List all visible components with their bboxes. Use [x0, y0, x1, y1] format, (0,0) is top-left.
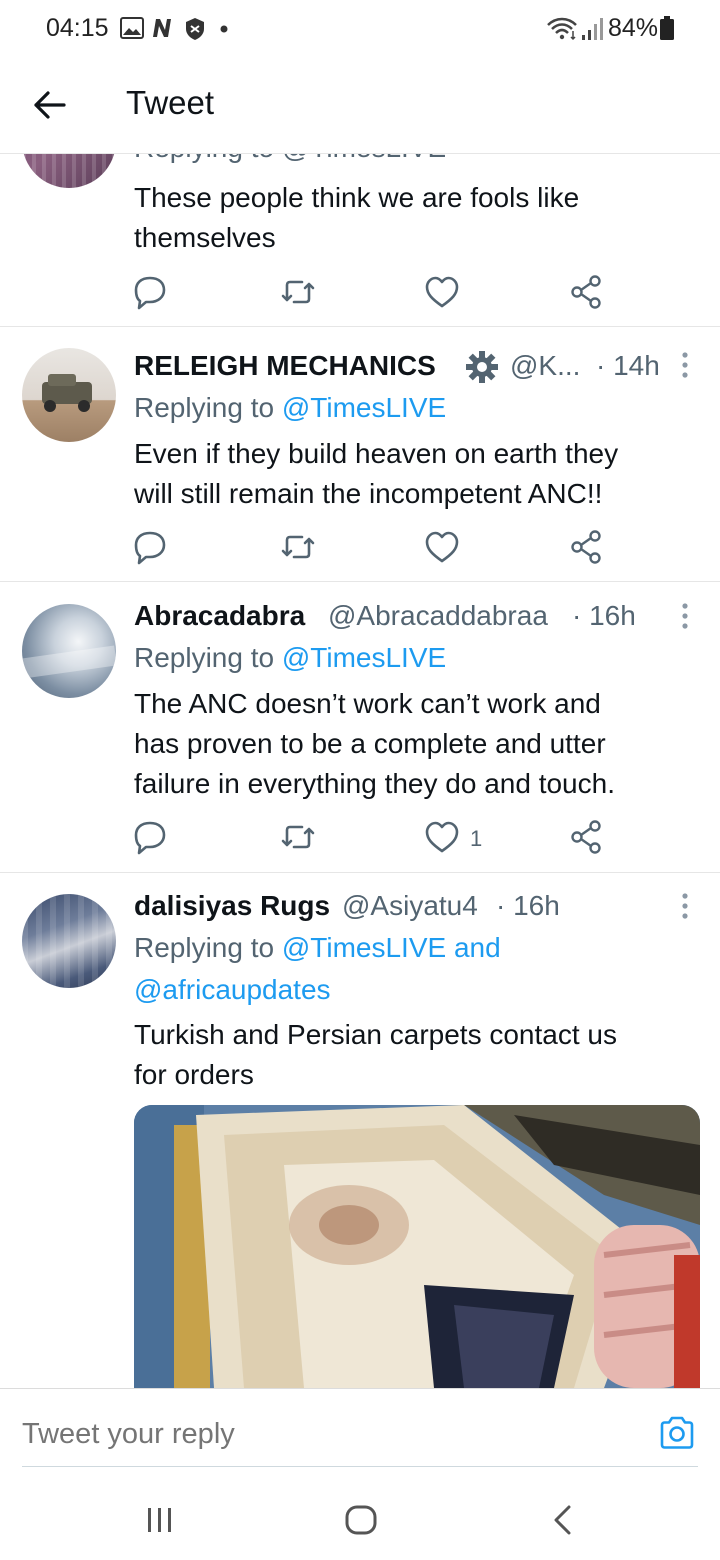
status-time: 04:15 [46, 14, 109, 42]
gallery-notification-icon [120, 17, 144, 39]
display-name[interactable]: dalisiyas Rugs [134, 890, 330, 922]
share-icon[interactable] [566, 817, 606, 857]
avatar[interactable] [22, 894, 116, 988]
shield-notification-icon [186, 18, 204, 40]
tweet-text: Even if they build heaven on earth they … [134, 434, 618, 514]
tweet-text-line: has proven to be a complete and utter [134, 728, 606, 759]
battery-percentage: 84% [608, 14, 659, 42]
handle[interactable]: @Asiyatu4 [342, 890, 478, 922]
retweet-icon[interactable] [278, 527, 318, 567]
camera-icon[interactable] [658, 1414, 696, 1452]
replying-to-label: Replying to [134, 392, 282, 423]
tweet-text-line: themselves [134, 222, 276, 253]
replying-to-line: Replying to @TimesLIVE and [134, 932, 501, 964]
automated-account-gear-icon [466, 351, 498, 383]
like-icon[interactable] [422, 272, 462, 312]
divider [0, 326, 720, 327]
handle[interactable]: @Abracaddabraa [328, 600, 548, 632]
reply-icon[interactable] [130, 817, 170, 857]
handle[interactable]: @K... [510, 350, 580, 382]
retweet-icon[interactable] [278, 272, 318, 312]
tweet-text-line: The ANC doesn’t work can’t work and [134, 688, 601, 719]
reply-icon[interactable] [130, 527, 170, 567]
mention-link[interactable]: @TimesLIVE [282, 642, 446, 673]
tweet-text-line: These people think we are fools like [134, 182, 580, 213]
tweet-text-line: will still remain the incompetent ANC!! [134, 478, 603, 509]
divider [0, 581, 720, 582]
display-name[interactable]: Abracadabra [134, 600, 305, 632]
home-icon[interactable] [344, 1504, 378, 1536]
replying-to-line: Replying to @TimesLIVE [134, 642, 446, 674]
more-options-icon[interactable] [680, 892, 690, 920]
retweet-icon[interactable] [278, 817, 318, 857]
avatar[interactable] [22, 348, 116, 442]
more-options-icon[interactable] [680, 602, 690, 630]
tweet-media-image[interactable] [134, 1105, 700, 1388]
divider [0, 872, 720, 873]
reply-input-underline [22, 1466, 698, 1467]
news-notification-icon [153, 19, 171, 37]
more-options-icon[interactable] [680, 351, 690, 379]
mention-link[interactable]: @TimesLIVE [282, 392, 446, 423]
like-icon[interactable] [422, 817, 462, 857]
share-icon[interactable] [566, 527, 606, 567]
mention-link[interactable]: @TimesLIVE and [282, 932, 501, 963]
replying-to-label: Replying to [134, 642, 282, 673]
timestamp: · 16h [572, 600, 636, 631]
timestamp: · 14h [596, 350, 660, 381]
recent-apps-icon[interactable] [145, 1506, 175, 1534]
replying-to-label: Replying to [134, 932, 282, 963]
share-icon[interactable] [566, 272, 606, 312]
like-count: 1 [470, 826, 483, 851]
header-bar [0, 58, 720, 154]
avatar[interactable] [22, 604, 116, 698]
tweet-text-line: failure in everything they do and touch. [134, 768, 615, 799]
carpet-photo [134, 1105, 700, 1388]
mention-link[interactable]: @africaupdates [134, 974, 331, 1006]
reply-icon[interactable] [130, 272, 170, 312]
tweet-text-line: for orders [134, 1059, 254, 1090]
reply-input[interactable] [22, 1416, 622, 1452]
back-nav-icon[interactable] [550, 1504, 576, 1536]
more-notifications-dot-icon [220, 25, 228, 33]
replying-to-line: Replying to @TimesLIVE [134, 392, 446, 424]
tweet-text: Turkish and Persian carpets contact us f… [134, 1015, 617, 1095]
tweet-text: The ANC doesn’t work can’t work and has … [134, 684, 615, 804]
wifi-icon [547, 17, 577, 41]
like-icon[interactable] [422, 527, 462, 567]
timestamp: · 16h [496, 890, 560, 921]
tweet-text-line: Turkish and Persian carpets contact us [134, 1019, 617, 1050]
tweet-text-line: Even if they build heaven on earth they [134, 438, 619, 469]
page-title: Tweet [126, 84, 215, 121]
signal-icon [582, 18, 603, 40]
back-arrow-icon[interactable] [30, 88, 70, 122]
tweet-text: These people think we are fools like the… [134, 178, 579, 258]
battery-icon [660, 16, 674, 40]
display-name[interactable]: RELEIGH MECHANICS [134, 350, 436, 382]
